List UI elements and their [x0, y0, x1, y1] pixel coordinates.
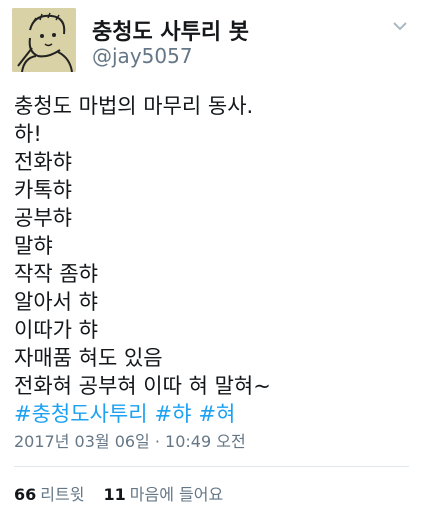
likes-stat[interactable]: 11 마음에 들어요 [104, 481, 224, 505]
tweet-line: 전화햐 [14, 150, 72, 174]
retweets-count: 66 [14, 485, 37, 504]
tweet-line: 자매품 혀도 있음 [14, 346, 163, 370]
tweet-line: 하! [14, 122, 42, 146]
tweet-line: 작작 좀햐 [14, 262, 98, 286]
tweet-timestamp[interactable]: 2017년 03월 06일 · 10:49 오전 [14, 428, 246, 452]
hashtag-link[interactable]: #혀 [198, 402, 235, 426]
tweet-line: 충청도 마법의 마무리 동사. [14, 94, 254, 118]
chevron-down-icon[interactable] [390, 16, 410, 36]
display-name[interactable]: 충청도 사투리 봇 [92, 14, 249, 46]
hashtag-link[interactable]: #햐 [155, 402, 192, 426]
tweet-stats: 66 리트윗 11 마음에 들어요 [14, 481, 237, 505]
retweets-stat[interactable]: 66 리트윗 [14, 481, 84, 505]
tweet-text: 충청도 마법의 마무리 동사. 하! 전화햐 카톡햐 공부햐 말햐 작작 좀햐 … [14, 92, 414, 428]
likes-label: 마음에 들어요 [129, 485, 224, 504]
tweet-line: 공부햐 [14, 206, 72, 230]
tweet-line: 이따가 햐 [14, 318, 98, 342]
tweet-line: 말햐 [14, 234, 53, 258]
tweet-line: 전화혀 공부혀 이따 혀 말혀~ [14, 374, 271, 398]
avatar[interactable] [12, 8, 76, 72]
hashtag-row: #충청도사투리 #햐 #혀 [14, 400, 414, 428]
tweet-header: 충청도 사투리 봇 @jay5057 [12, 8, 412, 78]
tweet-line: 카톡햐 [14, 178, 72, 202]
likes-count: 11 [103, 485, 126, 504]
tweet-line: 알아서 햐 [14, 290, 98, 314]
retweets-label: 리트윗 [40, 485, 85, 504]
divider [14, 466, 409, 467]
hashtag-link[interactable]: #충청도사투리 [14, 402, 148, 426]
avatar-drawing [12, 8, 76, 72]
user-handle[interactable]: @jay5057 [92, 44, 193, 68]
